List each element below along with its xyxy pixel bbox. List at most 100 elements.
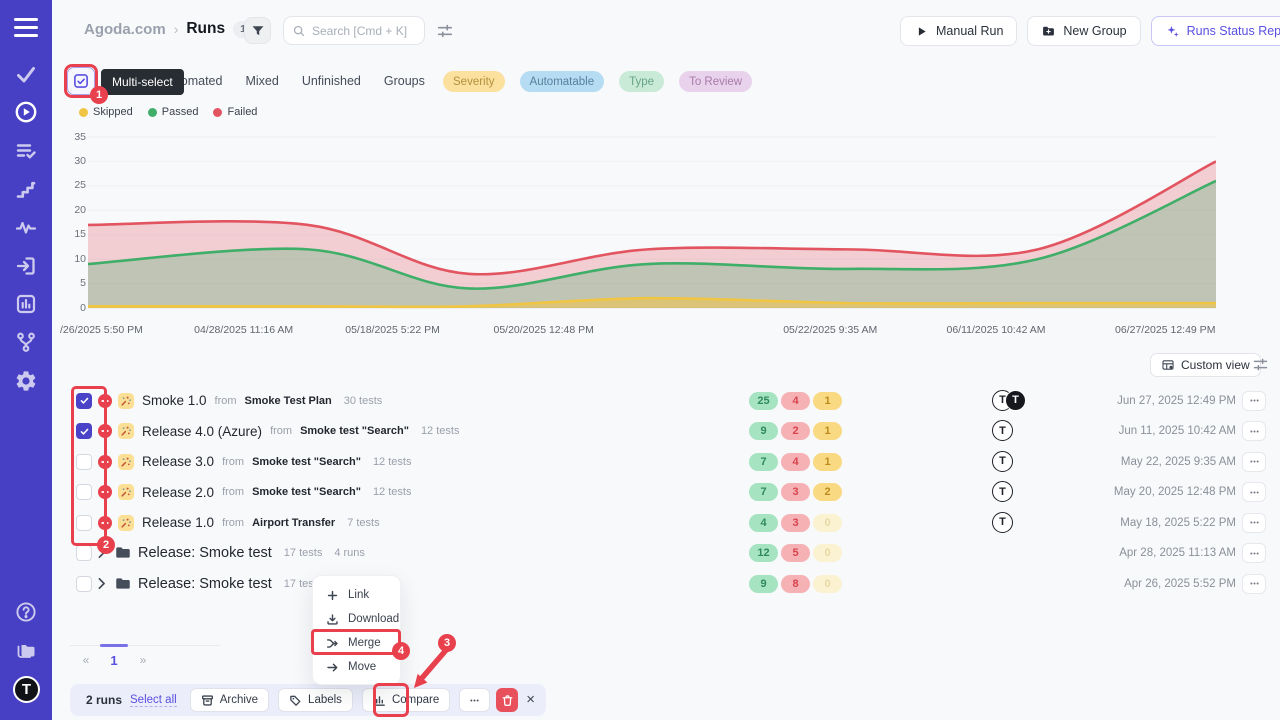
filter-pill-type[interactable]: Type [619, 71, 664, 92]
row-checkbox[interactable] [76, 423, 92, 439]
sidebar-item-reports-icon[interactable] [14, 292, 38, 316]
row-more-button[interactable] [1242, 482, 1266, 502]
remove-circle-icon[interactable] [98, 394, 112, 408]
run-name-link[interactable]: Smoke 1.0 [142, 393, 207, 408]
source-plan-link[interactable]: Smoke test "Search" [252, 456, 361, 468]
result-badges: 921 [749, 422, 842, 440]
sidebar-help-icon[interactable] [14, 600, 38, 624]
filter-pill-automatable[interactable]: Automatable [520, 71, 605, 92]
tab-groups[interactable]: Groups [384, 74, 425, 88]
skipped-badge: 1 [813, 392, 842, 410]
expand-chevron-icon[interactable] [93, 544, 110, 561]
row-checkbox[interactable] [76, 515, 92, 531]
source-plan-link[interactable]: Airport Transfer [252, 517, 335, 529]
manual-run-button[interactable]: Manual Run [900, 16, 1017, 46]
remove-circle-icon[interactable] [98, 485, 112, 499]
row-context-menu: Link DownloadMergeMove [312, 575, 401, 685]
archive-button[interactable]: Archive [190, 688, 269, 712]
remove-circle-icon[interactable] [98, 516, 112, 530]
remove-circle-icon[interactable] [98, 424, 112, 438]
plus-icon [326, 589, 339, 602]
delete-button[interactable] [496, 688, 518, 712]
row-more-button[interactable] [1242, 452, 1266, 472]
pagination-page-1[interactable]: 1 [105, 653, 123, 668]
bar-chart-icon [373, 694, 386, 707]
row-checkbox[interactable] [76, 454, 92, 470]
custom-view-button[interactable]: Custom view [1150, 353, 1261, 377]
sidebar-item-branches-icon[interactable] [14, 330, 38, 354]
legend-label: Skipped [93, 106, 133, 118]
sidebar-item-tests-icon[interactable] [14, 62, 38, 86]
new-group-button[interactable]: New Group [1027, 16, 1140, 46]
avatar: T [992, 481, 1013, 502]
source-plan-link[interactable]: Smoke test "Search" [252, 486, 361, 498]
multi-select-button[interactable] [67, 67, 95, 95]
row-more-button[interactable] [1242, 574, 1266, 594]
pagination-next[interactable]: » [134, 653, 152, 667]
failed-badge: 3 [781, 483, 810, 501]
group-name-link[interactable]: Release: Smoke test [138, 545, 272, 561]
menu-item-download[interactable]: Download [313, 607, 400, 631]
select-all-link[interactable]: Select all [130, 694, 177, 707]
y-tick-label: 35 [74, 131, 86, 143]
assignee-avatars: T [992, 512, 1013, 533]
sidebar-item-settings-icon[interactable] [14, 369, 38, 393]
selection-more-button[interactable] [459, 688, 490, 712]
row-more-button[interactable] [1242, 543, 1266, 563]
pagination: « 1 » [70, 645, 220, 675]
search-input[interactable] [312, 24, 416, 38]
filter-button[interactable] [244, 17, 271, 44]
remove-circle-icon[interactable] [98, 455, 112, 469]
annotation-step-3: 3 [438, 634, 456, 652]
menu-item-move[interactable]: Move [313, 655, 400, 679]
breadcrumb-project[interactable]: Agoda.com [84, 21, 166, 38]
row-checkbox[interactable] [76, 393, 92, 409]
run-name-link[interactable]: Release 4.0 (Azure) [142, 424, 262, 439]
expand-chevron-icon[interactable] [93, 575, 110, 592]
sidebar-item-runs-icon[interactable] [14, 100, 38, 124]
row-more-button[interactable] [1242, 421, 1266, 441]
source-plan-link[interactable]: Smoke test "Search" [300, 425, 409, 437]
multi-select-tooltip: Multi-select [101, 69, 184, 95]
labels-button[interactable]: Labels [278, 688, 353, 712]
row-title: Release 2.0fromSmoke test "Search"12 tes… [142, 477, 411, 507]
failed-badge: 4 [781, 453, 810, 471]
menu-item-merge[interactable]: Merge [313, 631, 400, 655]
tab-unfinished[interactable]: Unfinished [302, 74, 361, 88]
pagination-prev[interactable]: « [77, 653, 95, 667]
menu-item-link[interactable]: Link [313, 583, 400, 607]
sidebar-projects-icon[interactable] [14, 638, 38, 662]
row-more-button[interactable] [1242, 513, 1266, 533]
sidebar-item-milestones-icon[interactable] [14, 177, 38, 201]
account-logo[interactable]: T [13, 676, 40, 703]
row-checkbox[interactable] [76, 484, 92, 500]
run-name-link[interactable]: Release 3.0 [142, 454, 214, 469]
legend-item-passed: Passed [148, 106, 199, 118]
sidebar-item-analytics-icon[interactable] [14, 215, 38, 239]
run-name-link[interactable]: Release 2.0 [142, 485, 214, 500]
row-more-button[interactable] [1242, 391, 1266, 411]
funnel-icon [250, 23, 266, 39]
menu-item-label: Link [348, 589, 369, 601]
play-icon [914, 24, 929, 39]
avatar: T [1005, 390, 1026, 411]
filter-pill-severity[interactable]: Severity [443, 71, 505, 92]
sidebar-item-imports-icon[interactable] [14, 254, 38, 278]
sidebar-item-test-plans-icon[interactable] [14, 139, 38, 163]
run-type-icon [118, 454, 134, 470]
compare-button[interactable]: Compare [362, 688, 450, 712]
group-name-link[interactable]: Release: Smoke test [138, 576, 272, 592]
tab-mixed[interactable]: Mixed [245, 74, 278, 88]
source-plan-link[interactable]: Smoke Test Plan [245, 395, 332, 407]
tests-count: 17 tests [284, 547, 323, 559]
runs-status-report-button[interactable]: Runs Status Report [1151, 16, 1280, 46]
filter-pill-to-review[interactable]: To Review [679, 71, 752, 92]
sparkles-icon [1165, 24, 1180, 39]
row-checkbox[interactable] [76, 545, 92, 561]
adjustments-icon[interactable] [436, 22, 454, 40]
menu-icon[interactable] [14, 18, 38, 38]
view-adjustments-icon[interactable] [1252, 356, 1269, 373]
close-selection-icon[interactable]: × [526, 691, 535, 708]
run-name-link[interactable]: Release 1.0 [142, 515, 214, 530]
row-checkbox[interactable] [76, 576, 92, 592]
